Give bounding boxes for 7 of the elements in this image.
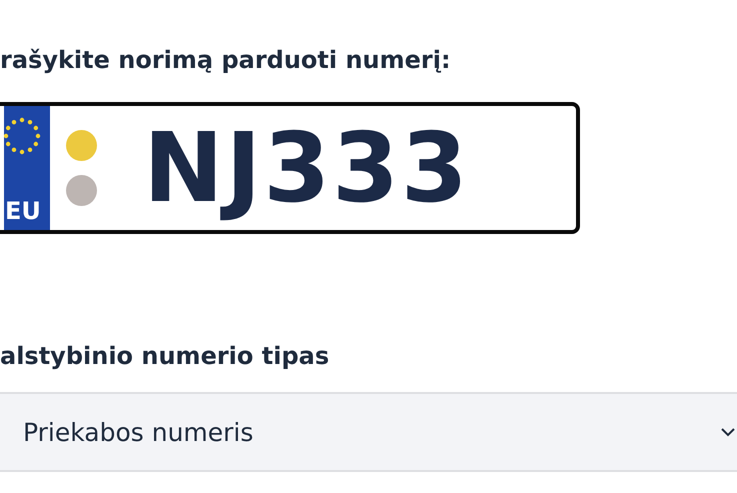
plate-number: NJ333 [142,111,471,226]
license-plate-field[interactable]: EU NJ333 [0,102,580,234]
country-code: EU [5,198,41,224]
plate-prompt: rašykite norimą parduoti numerį: [0,45,452,76]
type-label: alstybinio numerio tipas [0,341,330,372]
chevron-down-icon [721,427,735,437]
type-select[interactable]: Priekabos numeris [0,392,737,472]
